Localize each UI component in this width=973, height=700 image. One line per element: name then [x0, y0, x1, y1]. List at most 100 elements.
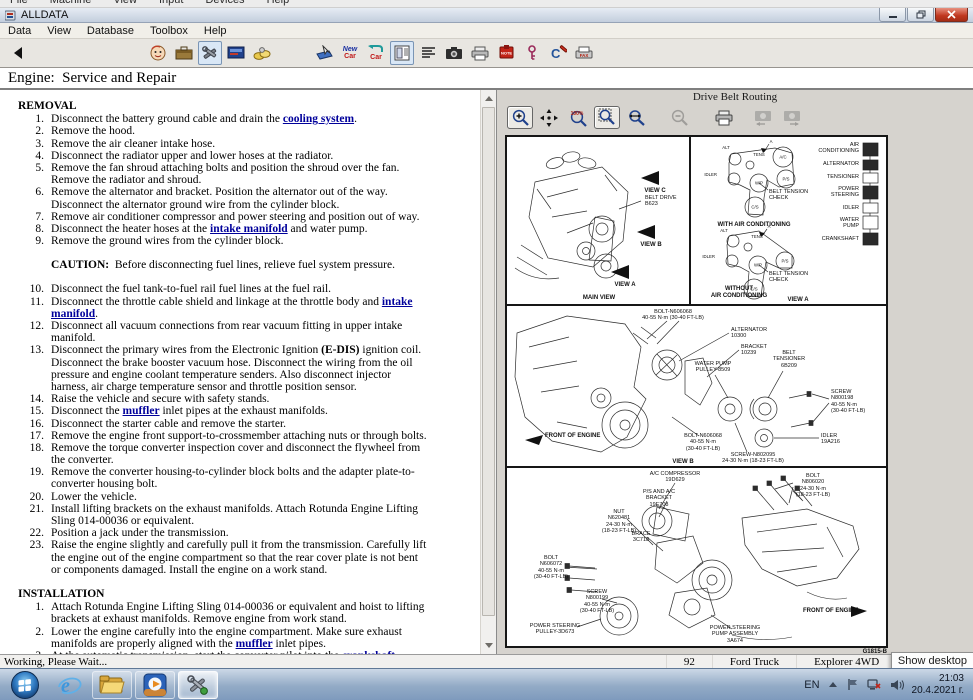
- vm-menu-item-machine[interactable]: Machine: [50, 0, 92, 7]
- article-view-button[interactable]: [390, 41, 414, 65]
- diagram-label-pump-assembly: POWER STEERING PUMP ASSEMBLY 3A674: [710, 625, 760, 644]
- zoom-out-button[interactable]: [666, 106, 692, 129]
- menu-item-help[interactable]: Help: [196, 24, 235, 38]
- labor-times-button[interactable]: [250, 41, 274, 65]
- view-b-caption: VIEW B: [672, 459, 693, 466]
- article-step: 17.Remove the engine front support-to-cr…: [18, 430, 428, 442]
- article-link[interactable]: muffler: [123, 405, 160, 417]
- repair-button[interactable]: [198, 41, 222, 65]
- step-number: 9.: [18, 235, 44, 247]
- vm-menu-item-file[interactable]: File: [10, 0, 28, 7]
- back-button[interactable]: [6, 41, 30, 65]
- caution-label: CAUTION:: [51, 259, 109, 271]
- drive-belt-diagram[interactable]: A/C P/S W/P C/S ALT TENS IDLER A P/S W/P: [505, 135, 888, 648]
- vm-menu-item-view[interactable]: View: [113, 0, 137, 7]
- taskbar-alldata-button[interactable]: [178, 671, 218, 699]
- article-step: 20.Lower the vehicle.: [18, 491, 428, 503]
- print-image-button[interactable]: [711, 106, 737, 129]
- fit-page-icon: [598, 108, 617, 127]
- text-only-button[interactable]: [416, 41, 440, 65]
- previous-car-button[interactable]: Car: [364, 41, 388, 65]
- clock[interactable]: 21:03 20.4.2021 г.: [912, 673, 964, 697]
- vm-menu-item-help[interactable]: Help: [267, 0, 290, 7]
- diagram-label-screw-n800199: SCREW N800199 40-55 N·m (30-40 FT-LB): [580, 589, 614, 614]
- pan-button[interactable]: [536, 106, 562, 129]
- close-button[interactable]: [935, 8, 968, 22]
- shop-toolbox-button[interactable]: [172, 41, 196, 65]
- without-ac-caption: WITHOUT AIR CONDITIONING: [711, 286, 767, 300]
- hidden-icons-chevron[interactable]: [828, 681, 838, 689]
- close-icon: [947, 10, 956, 19]
- key-info-button[interactable]: [520, 41, 544, 65]
- step-number: 15.: [18, 405, 44, 417]
- menu-item-data[interactable]: Data: [0, 24, 39, 38]
- estimator-button[interactable]: [224, 41, 248, 65]
- step-text: Disconnect the starter cable and remove …: [51, 418, 428, 430]
- removal-heading: REMOVAL: [18, 100, 468, 112]
- notes-button[interactable]: NOTE: [494, 41, 518, 65]
- pulley-cs-label: C/S: [751, 205, 758, 210]
- edit-pencil-icon: C: [550, 45, 567, 61]
- hands-coins-icon: [253, 45, 271, 61]
- fit-width-button[interactable]: [623, 106, 649, 129]
- zoom-100-button[interactable]: 100%: [565, 106, 591, 129]
- comments-button[interactable]: C: [546, 41, 570, 65]
- step-text: Remove the engine front support-to-cross…: [51, 430, 428, 442]
- step-number: 22.: [18, 527, 44, 539]
- fax-text: FAX: [580, 53, 589, 58]
- vm-menu-item-devices[interactable]: Devices: [205, 0, 244, 7]
- fit-page-button[interactable]: [594, 106, 620, 129]
- return-arrow-icon: [368, 45, 384, 54]
- help-assistant-button[interactable]: [146, 41, 170, 65]
- pulley-tens-label: TENS: [753, 152, 765, 157]
- installation-steps-list: 1.Attach Rotunda Engine Lifting Sling 01…: [18, 601, 428, 654]
- article-text[interactable]: REMOVAL 1.Disconnect the battery ground …: [0, 90, 478, 654]
- menu-item-view[interactable]: View: [39, 24, 79, 38]
- statusbar: Working, Please Wait... 92Ford TruckExpl…: [0, 654, 973, 668]
- fax-button[interactable]: FAX: [572, 41, 596, 65]
- volume-icon[interactable]: [890, 679, 904, 691]
- images-button[interactable]: [442, 41, 466, 65]
- legend-item: ALTERNATOR: [799, 161, 859, 167]
- start-button[interactable]: [10, 670, 40, 700]
- minimize-button[interactable]: [879, 8, 906, 22]
- article-link[interactable]: muffler: [236, 638, 273, 650]
- menu-item-database[interactable]: Database: [79, 24, 142, 38]
- windows-start-icon: [10, 670, 40, 700]
- taskbar-explorer-button[interactable]: [92, 671, 132, 699]
- pulley-idler-label-2: IDLER: [702, 254, 715, 259]
- select-vehicle-button[interactable]: [312, 41, 336, 65]
- titlebar: ALLDATA: [0, 8, 973, 23]
- taskbar-ie-button[interactable]: e: [49, 671, 89, 699]
- print-button[interactable]: [468, 41, 492, 65]
- zoom-in-button[interactable]: [507, 106, 533, 129]
- language-indicator[interactable]: EN: [804, 679, 819, 691]
- taskbar-media-player-button[interactable]: [135, 671, 175, 699]
- article-scrollbar[interactable]: [480, 90, 496, 654]
- scroll-up-button[interactable]: [482, 91, 495, 106]
- scrollbar-thumb[interactable]: [482, 107, 495, 616]
- pulley-idler-label: IDLER: [704, 172, 717, 177]
- status-cell: 92: [666, 655, 712, 668]
- diagram-label-ps-pulley: POWER STEERING PULLEY-3D673: [530, 623, 580, 636]
- previous-image-button[interactable]: [750, 106, 776, 129]
- article-link[interactable]: cooling system: [283, 113, 354, 125]
- app-menubar: DataViewDatabaseToolboxHelp: [0, 23, 973, 39]
- action-center-flag-icon[interactable]: [846, 678, 859, 691]
- network-status-icon[interactable]: [867, 678, 882, 691]
- new-car-button[interactable]: New Car: [338, 41, 362, 65]
- step-number: 19.: [18, 466, 44, 490]
- menu-item-toolbox[interactable]: Toolbox: [142, 24, 196, 38]
- step-text: Position a jack under the transmission.: [51, 527, 428, 539]
- article-step: 1.Disconnect the battery ground cable an…: [18, 113, 428, 125]
- article-link[interactable]: intake manifold: [210, 223, 288, 235]
- heading-row: Engine: Service and Repair: [0, 68, 973, 90]
- next-image-button[interactable]: [779, 106, 805, 129]
- maximize-button[interactable]: [907, 8, 934, 22]
- vm-menu-item-input[interactable]: Input: [159, 0, 183, 7]
- article-link[interactable]: intake manifold: [51, 296, 413, 320]
- scroll-down-button[interactable]: [482, 638, 495, 653]
- main-view-caption: MAIN VIEW: [583, 295, 615, 302]
- belt-drive-label: BELT DRIVE B623: [645, 195, 677, 208]
- step-number: 5.: [18, 162, 44, 186]
